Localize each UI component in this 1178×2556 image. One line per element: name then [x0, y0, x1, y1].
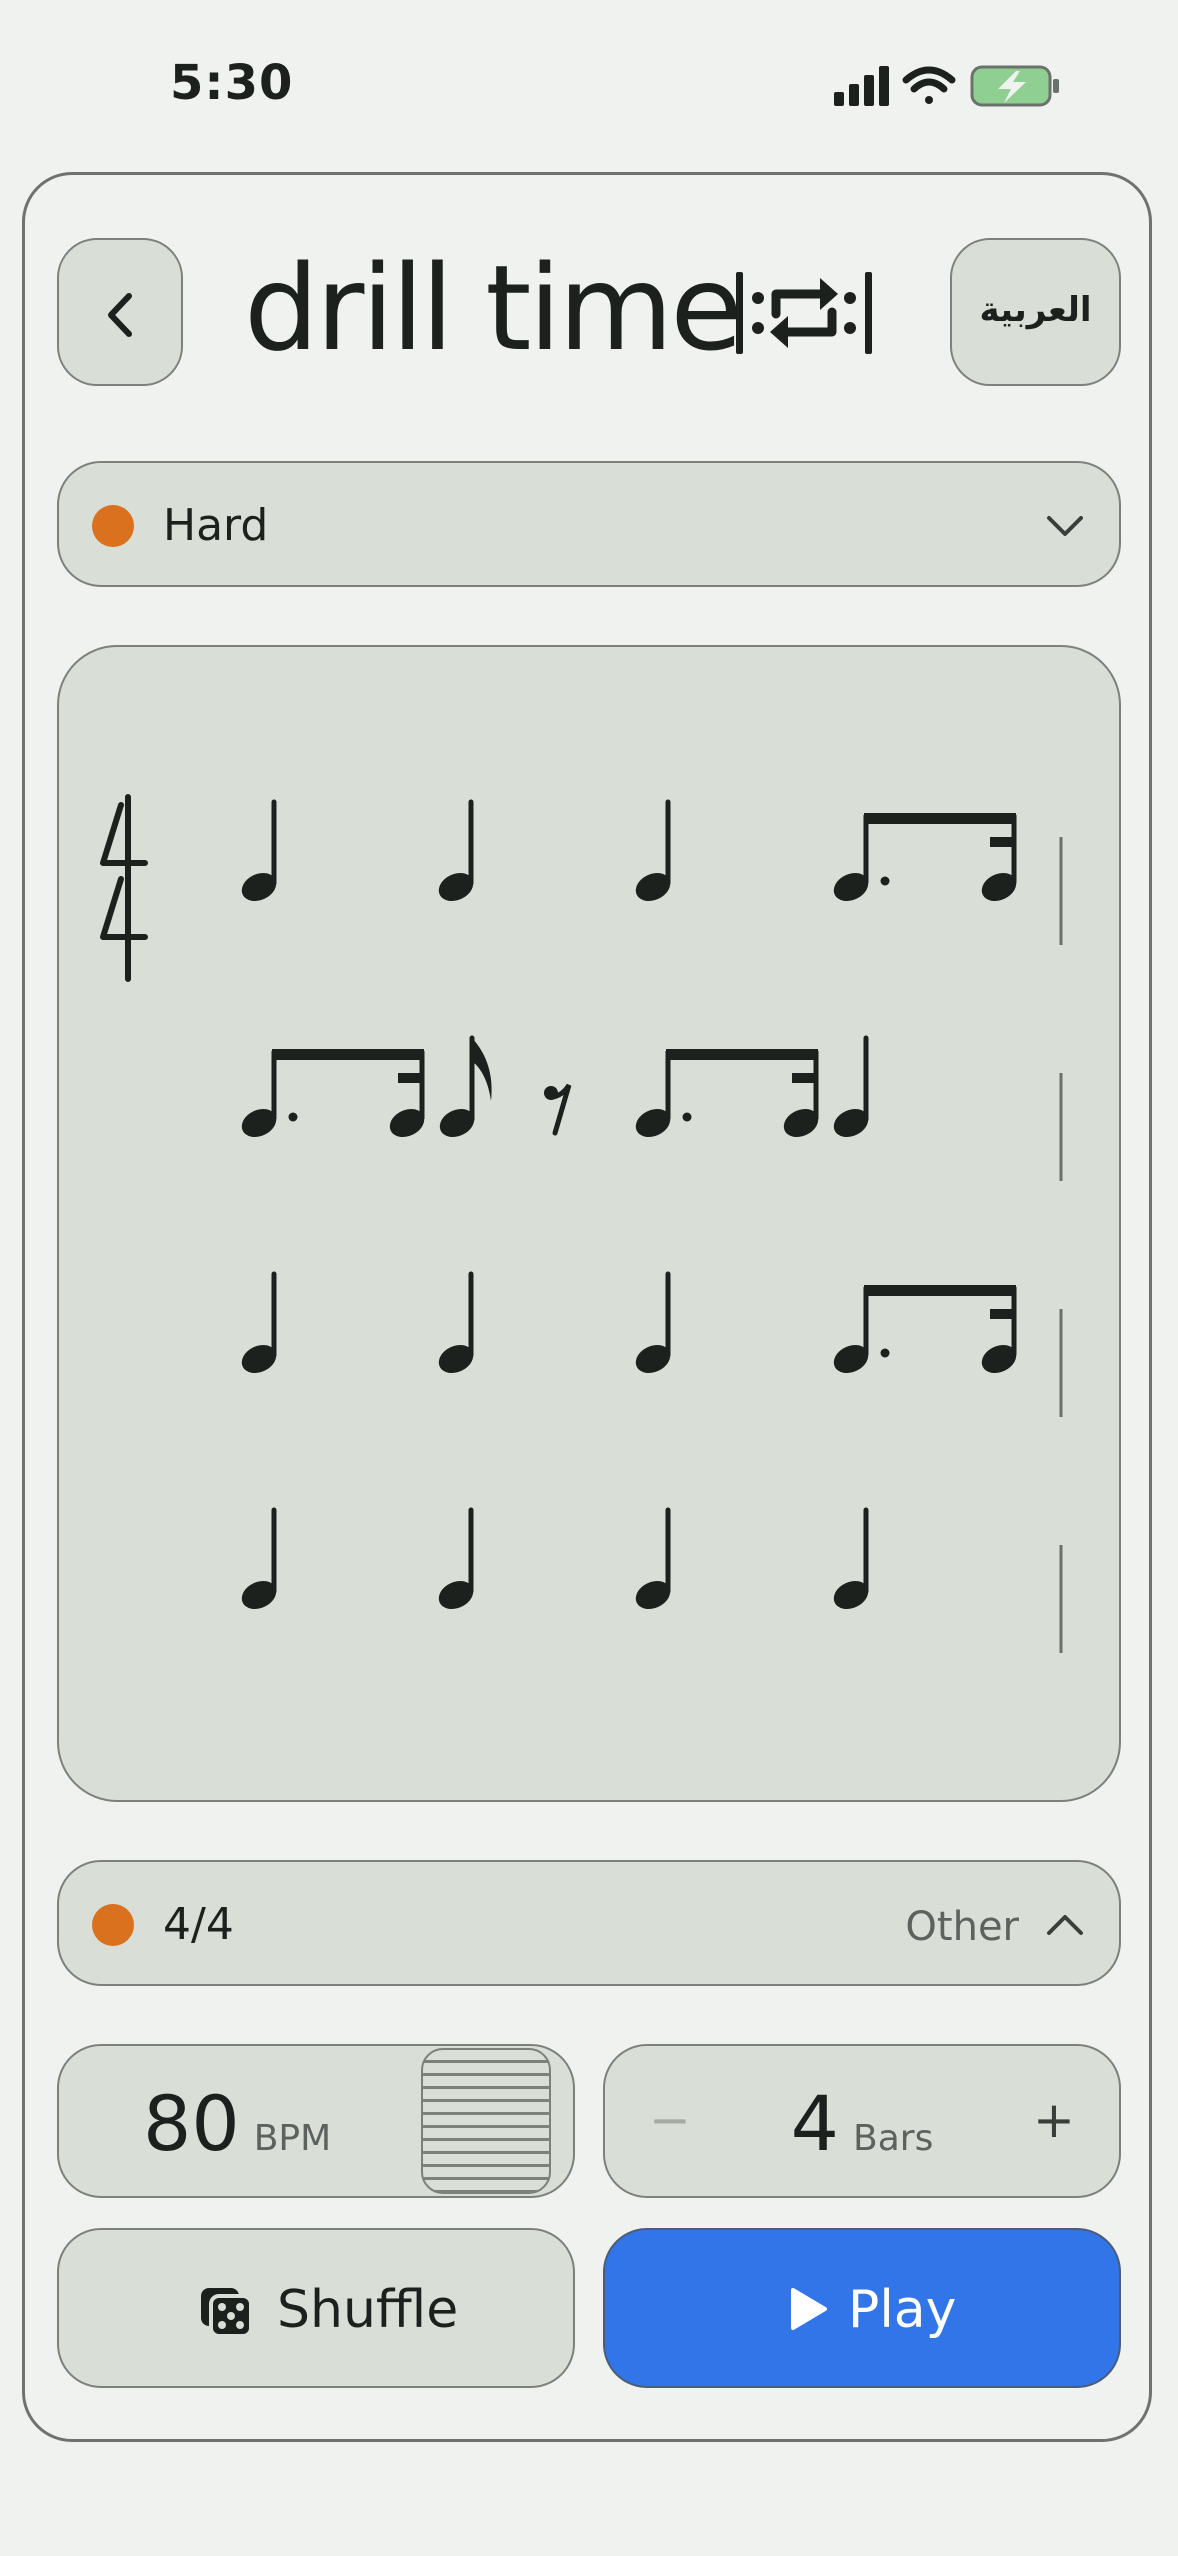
back-button[interactable] — [57, 238, 183, 386]
chevron-up-icon — [1047, 1915, 1083, 1935]
shuffle-label: Shuffle — [277, 2280, 459, 2340]
battery-charging-icon — [970, 65, 1059, 107]
bars-value: 4 — [790, 2079, 840, 2168]
tempo-display: 80 BPM — [143, 2082, 331, 2181]
bar-4 — [237, 1510, 1063, 1653]
difficulty-select[interactable]: Hard — [57, 461, 1121, 587]
language-button-label: العربية — [979, 290, 1092, 330]
tempo-control: 80 BPM — [57, 2044, 575, 2198]
bars-increment-button[interactable]: + — [1019, 2080, 1089, 2160]
shuffle-button[interactable]: Shuffle — [57, 2228, 575, 2388]
repeat-icon — [736, 272, 872, 354]
difficulty-label: Hard — [163, 500, 269, 551]
tempo-value: 80 — [143, 2079, 240, 2168]
meter-other-label: Other — [905, 1904, 1019, 1950]
meter-dot — [92, 1904, 134, 1946]
notation-panel — [57, 645, 1121, 1802]
meter-select[interactable]: 4/4 Other — [57, 1860, 1121, 1986]
bars-unit: Bars — [853, 2118, 934, 2159]
time-signature-bottom — [100, 868, 148, 982]
bar-1 — [237, 802, 1063, 945]
tempo-unit: BPM — [253, 2118, 332, 2159]
time-signature — [100, 794, 148, 982]
chevron-left-icon — [108, 293, 132, 337]
rhythm-score — [100, 794, 1063, 1653]
bars-control: − 4 Bars + — [603, 2044, 1121, 2198]
tempo-slider[interactable] — [421, 2048, 551, 2194]
chevron-down-icon — [1047, 516, 1083, 536]
play-button[interactable]: Play — [603, 2228, 1121, 2388]
play-icon — [791, 2288, 827, 2330]
wifi-icon — [902, 66, 956, 104]
time-signature-top — [100, 794, 148, 878]
bar-3 — [237, 1274, 1063, 1417]
dice-icon — [201, 2288, 253, 2338]
meter-label: 4/4 — [163, 1899, 234, 1950]
status-time: 5:30 — [170, 55, 294, 111]
bar-2 — [237, 1038, 1063, 1181]
app-title: drill time — [244, 239, 743, 377]
status-icons — [834, 62, 1074, 112]
signal-icon — [834, 66, 889, 106]
play-label: Play — [848, 2280, 957, 2340]
language-button[interactable]: العربية — [950, 238, 1121, 386]
difficulty-dot — [92, 505, 134, 547]
